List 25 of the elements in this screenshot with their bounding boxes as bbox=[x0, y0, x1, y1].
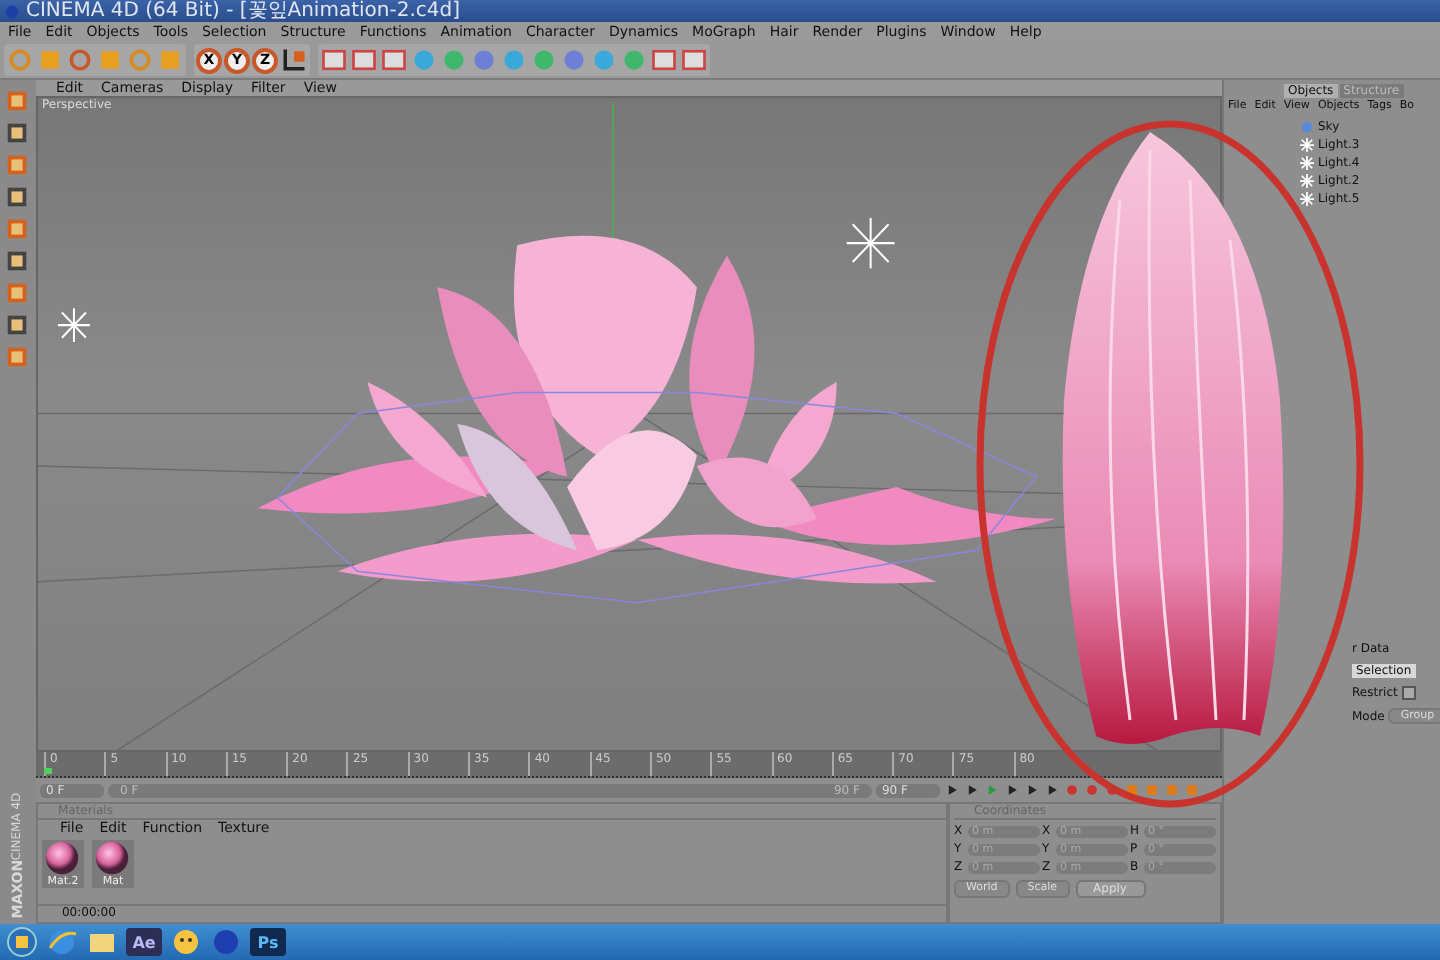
mode-icon[interactable] bbox=[4, 120, 31, 146]
smiley-icon[interactable] bbox=[170, 926, 202, 958]
window-title: CINEMA 4D (64 Bit) - [꽃잎Animation-2.c4d] bbox=[26, 0, 460, 22]
light-icon bbox=[1300, 191, 1314, 205]
mode-icon[interactable] bbox=[4, 184, 31, 210]
light-icon bbox=[1300, 137, 1314, 151]
start-button[interactable] bbox=[6, 926, 38, 958]
light-icon bbox=[57, 308, 90, 342]
axis-icon[interactable] bbox=[280, 46, 308, 74]
playhead-marker[interactable] bbox=[43, 768, 52, 774]
light-icon bbox=[846, 217, 895, 269]
material-ball-icon bbox=[44, 840, 81, 876]
taskbar-app[interactable]: Ps bbox=[250, 928, 286, 956]
key-icon[interactable] bbox=[1183, 782, 1200, 798]
app-icon bbox=[4, 3, 20, 19]
mode-icon[interactable] bbox=[4, 312, 31, 338]
key-icon[interactable] bbox=[1123, 782, 1140, 798]
light-icon bbox=[1300, 173, 1314, 187]
taskbar-app[interactable]: Ae bbox=[126, 928, 162, 956]
material-ball-icon bbox=[94, 840, 131, 876]
light-icon bbox=[1300, 155, 1314, 169]
sky-icon bbox=[1300, 119, 1314, 133]
restrict-checkbox[interactable] bbox=[1401, 686, 1416, 700]
mode-icon[interactable] bbox=[4, 248, 31, 274]
browser-icon[interactable] bbox=[46, 926, 78, 958]
